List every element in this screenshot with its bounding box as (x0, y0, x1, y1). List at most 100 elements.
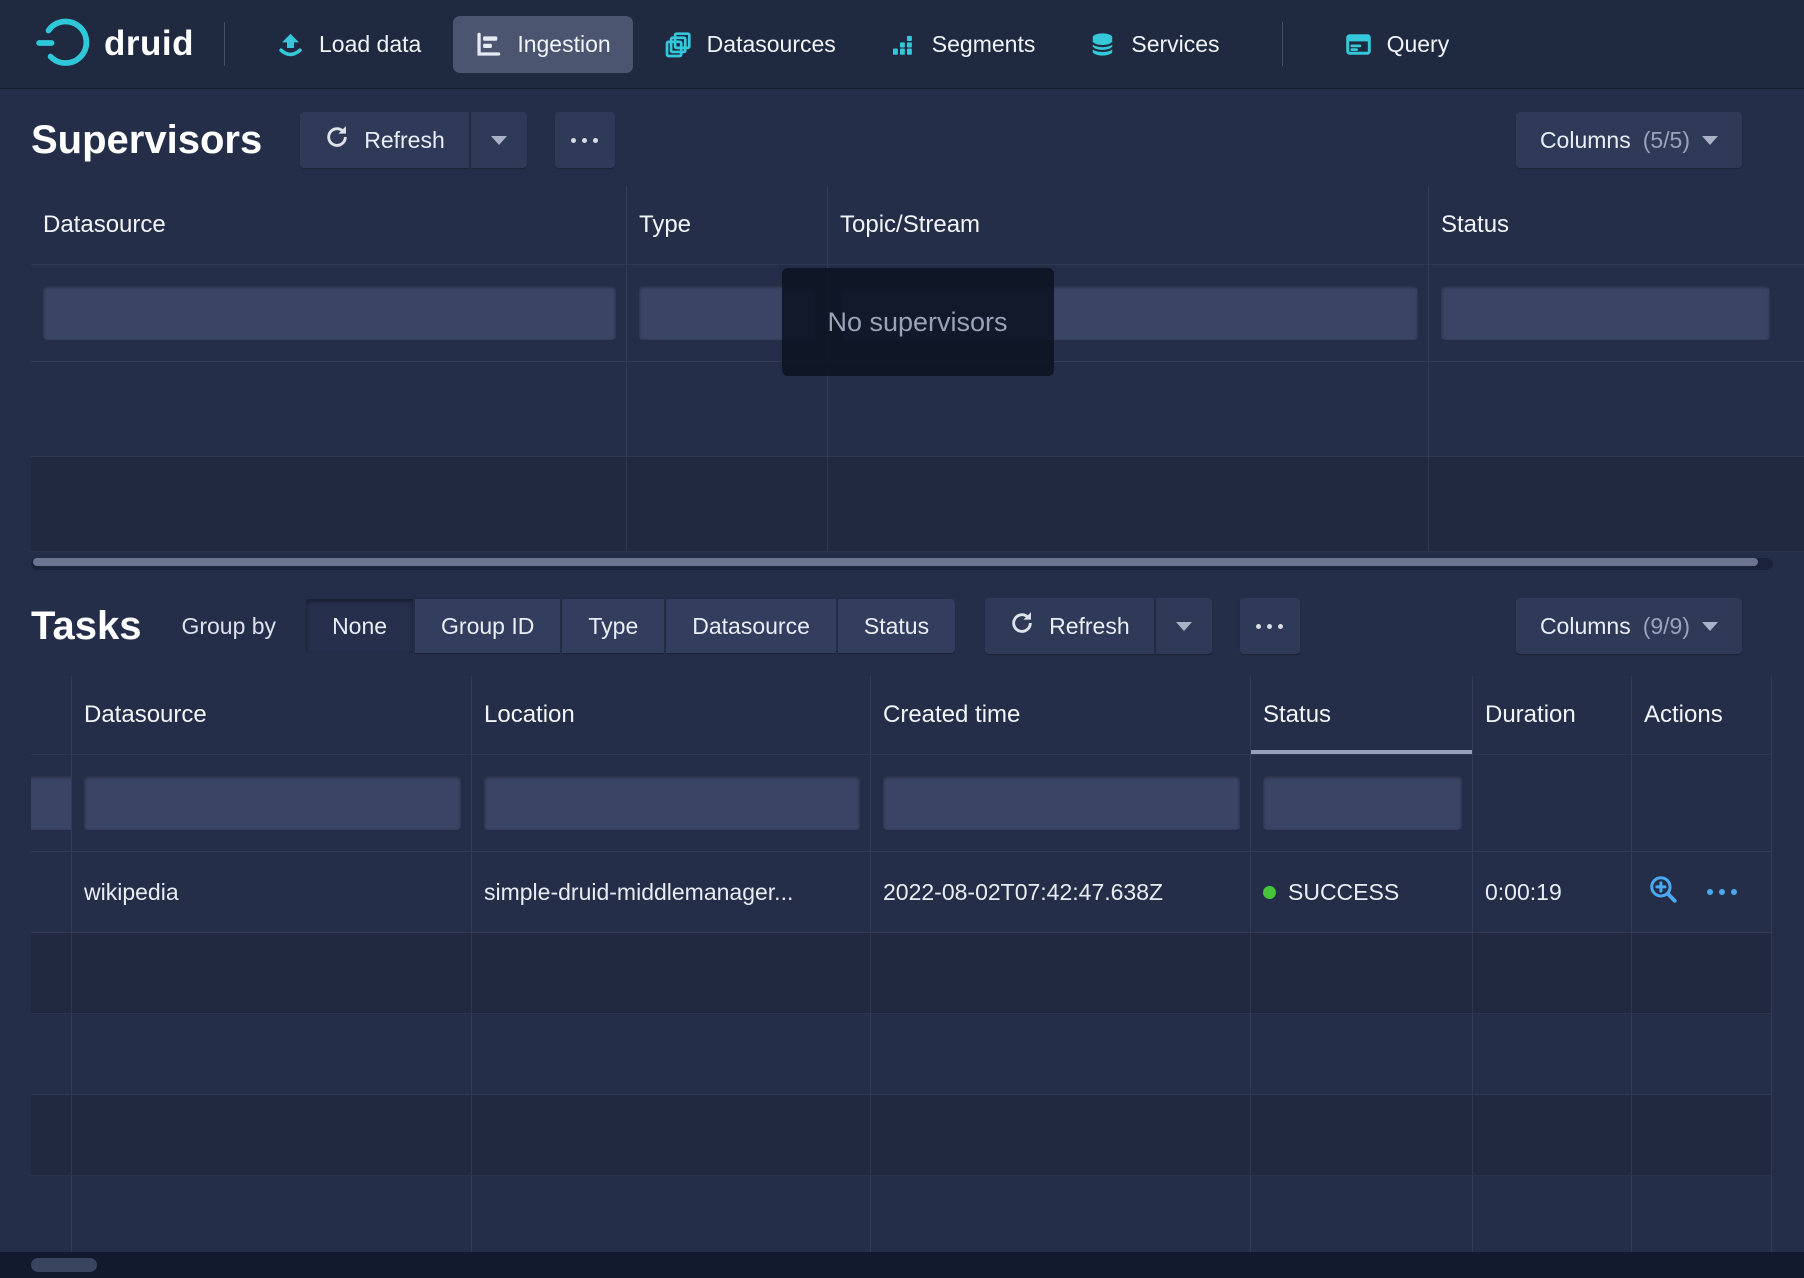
druid-logo[interactable]: druid (36, 15, 194, 74)
supervisors-datasource-filter-input[interactable] (43, 286, 616, 340)
column-header-duration[interactable]: Duration (1473, 676, 1632, 754)
gantt-chart-icon (475, 31, 502, 58)
empty-row (31, 362, 1804, 457)
task-duration: 0:00:19 (1473, 852, 1632, 932)
tasks-location-filter-input[interactable] (484, 776, 860, 830)
group-by-none-button[interactable]: None (306, 599, 413, 653)
column-header-actions[interactable]: Actions (1632, 676, 1772, 754)
nav-item-ingestion[interactable]: Ingestion (453, 16, 632, 73)
tasks-clipped-filter-input[interactable] (31, 776, 72, 830)
empty-row (31, 1095, 1772, 1176)
refresh-icon (1009, 610, 1035, 642)
console-icon (1345, 31, 1372, 58)
group-by-type-button[interactable]: Type (562, 599, 664, 653)
tasks-refresh-button[interactable]: Refresh (985, 598, 1154, 654)
tasks-title: Tasks (31, 606, 141, 646)
column-header-datasource[interactable]: Datasource (31, 186, 627, 264)
more-icon (1253, 624, 1286, 629)
no-supervisors-message: No supervisors (781, 268, 1053, 376)
supervisors-header-row: Datasource Type Topic/Stream Status (31, 186, 1804, 264)
nav-item-services[interactable]: Services (1067, 16, 1241, 73)
supervisors-status-filter-input[interactable] (1441, 286, 1770, 340)
layers-icon (665, 31, 692, 58)
group-by-status-button[interactable]: Status (838, 599, 955, 653)
group-by-segmented-control: None Group ID Type Datasource Status (306, 599, 955, 653)
supervisors-refresh-interval-button[interactable] (471, 112, 527, 168)
nav-item-segments[interactable]: Segments (868, 16, 1058, 73)
nav-item-label: Query (1387, 31, 1450, 58)
database-icon (1089, 31, 1116, 58)
nav-divider (1282, 22, 1283, 66)
empty-row (31, 933, 1772, 1014)
chevron-down-icon (1176, 622, 1192, 631)
chevron-down-icon (491, 136, 507, 145)
nav-item-label: Load data (319, 31, 421, 58)
empty-row (31, 1014, 1772, 1095)
nav-item-datasources[interactable]: Datasources (643, 16, 858, 73)
column-header-created-time[interactable]: Created time (871, 676, 1251, 754)
druid-console: druid Load data (0, 0, 1804, 1278)
column-header-status[interactable]: Status (1251, 676, 1473, 754)
nav-item-label: Services (1131, 31, 1219, 58)
nav-item-query[interactable]: Query (1323, 16, 1472, 73)
supervisors-refresh-group: Refresh (300, 112, 527, 168)
task-row-wikipedia[interactable]: wikipedia simple-druid-middlemanager... … (31, 852, 1772, 933)
task-datasource: wikipedia (72, 852, 472, 932)
druid-logo-icon (36, 15, 90, 74)
group-by-datasource-button[interactable]: Datasource (666, 599, 836, 653)
upload-icon (277, 31, 304, 58)
nav-item-label: Segments (932, 31, 1036, 58)
task-status-label: SUCCESS (1288, 879, 1399, 906)
nav-items: Load data Ingestion (255, 16, 1471, 73)
tasks-table: Datasource Location Created time Status … (31, 676, 1804, 1257)
columns-label: Columns (1540, 613, 1631, 640)
group-by-label: Group by (181, 613, 276, 640)
nav-item-label: Ingestion (517, 31, 610, 58)
supervisors-columns-button[interactable]: Columns (5/5) (1516, 112, 1742, 168)
group-by-group-id-button[interactable]: Group ID (415, 599, 560, 653)
supervisors-horizontal-scrollbar-track (31, 558, 1773, 570)
supervisors-title: Supervisors (31, 120, 262, 160)
tasks-toolbar: Tasks Group by None Group ID Type Dataso… (0, 574, 1804, 676)
supervisors-refresh-button[interactable]: Refresh (300, 112, 469, 168)
columns-count: (5/5) (1643, 127, 1690, 154)
tasks-section: Tasks Group by None Group ID Type Dataso… (0, 574, 1804, 1257)
tasks-horizontal-scrollbar-thumb[interactable] (31, 1258, 97, 1272)
task-created-time: 2022-08-02T07:42:47.638Z (871, 852, 1251, 932)
column-header-type[interactable]: Type (627, 186, 828, 264)
column-header-location[interactable]: Location (472, 676, 871, 754)
supervisors-more-button[interactable] (555, 112, 615, 168)
more-icon (568, 138, 601, 143)
columns-count: (9/9) (1643, 613, 1690, 640)
column-header-datasource[interactable]: Datasource (72, 676, 472, 754)
empty-row (31, 1176, 1772, 1257)
tasks-datasource-filter-input[interactable] (84, 776, 461, 830)
top-nav: druid Load data (0, 0, 1804, 88)
refresh-icon (324, 124, 350, 156)
tasks-refresh-interval-button[interactable] (1156, 598, 1212, 654)
refresh-label: Refresh (1049, 613, 1130, 640)
chevron-down-icon (1702, 622, 1718, 631)
supervisors-toolbar: Supervisors Refresh (0, 88, 1804, 186)
task-location: simple-druid-middlemanager... (472, 852, 871, 932)
row-more-actions-icon[interactable] (1704, 889, 1740, 895)
tasks-created-time-filter-input[interactable] (883, 776, 1240, 830)
nav-item-label: Datasources (707, 31, 836, 58)
tasks-columns-button[interactable]: Columns (9/9) (1516, 598, 1742, 654)
refresh-label: Refresh (364, 127, 445, 154)
tasks-filter-row (31, 754, 1772, 852)
bar-chart-icon (890, 31, 917, 58)
columns-label: Columns (1540, 127, 1631, 154)
chevron-down-icon (1702, 136, 1718, 145)
tasks-status-filter-input[interactable] (1263, 776, 1462, 830)
column-header-topic-stream[interactable]: Topic/Stream (828, 186, 1429, 264)
empty-row (31, 457, 1804, 552)
tasks-header-row: Datasource Location Created time Status … (31, 676, 1772, 754)
tasks-more-button[interactable] (1240, 598, 1300, 654)
supervisors-table: Datasource Type Topic/Stream Status No s… (31, 186, 1804, 552)
supervisors-horizontal-scrollbar-thumb[interactable] (33, 558, 1758, 566)
column-header-status[interactable]: Status (1429, 186, 1801, 264)
nav-item-load-data[interactable]: Load data (255, 16, 443, 73)
task-status: SUCCESS (1251, 852, 1473, 932)
zoom-in-icon[interactable] (1648, 874, 1678, 910)
